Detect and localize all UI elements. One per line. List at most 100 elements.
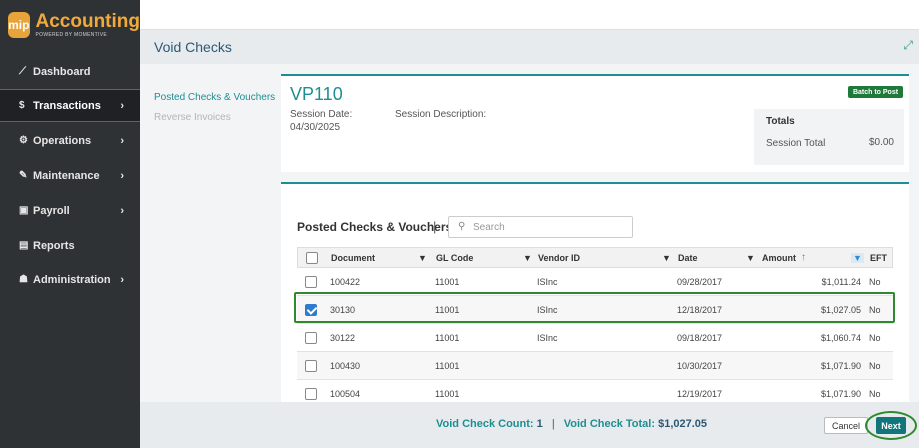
cell-gl-code: 11001 [435, 276, 460, 287]
page-header: Void Checks ⤢ [140, 30, 919, 64]
top-strip [140, 0, 922, 30]
chevron-right-icon: › [120, 99, 124, 112]
sidebar-item-operations[interactable]: ⚙ Operations › [0, 124, 140, 157]
cell-amount: $1,027.05 [820, 304, 861, 315]
subnav-posted-checks[interactable]: Posted Checks & Vouchers [154, 88, 275, 108]
chevron-right-icon: › [120, 134, 124, 147]
app-logo[interactable]: mip Accounting POWERED BY MOMENTIVE [0, 0, 140, 50]
cell-amount: $1,071.90 [820, 360, 861, 371]
session-description-label: Session Description: [395, 109, 487, 120]
chevron-right-icon: › [120, 273, 124, 286]
row-checkbox[interactable] [305, 276, 317, 288]
cell-document: 30130 [330, 304, 356, 315]
column-header-amount[interactable]: Amount [762, 253, 796, 263]
users-icon: ☗ [19, 274, 28, 285]
sidebar-item-payroll[interactable]: ▣ Payroll › [0, 194, 140, 227]
sidebar-item-dashboard[interactable]: ⟋ Dashboard [0, 55, 140, 88]
session-total-label: Session Total [766, 138, 826, 149]
grid-title-separator: | [433, 219, 437, 234]
sidebar-item-label: Reports [33, 239, 75, 252]
row-checkbox[interactable] [305, 332, 317, 344]
cancel-button[interactable]: Cancel [824, 417, 868, 434]
mip-logo-mark: mip [8, 12, 30, 38]
table-row[interactable]: 100504 11001 12/19/2017 $1,071.90 No [297, 380, 893, 402]
column-header-eft[interactable]: EFT [870, 248, 887, 267]
search-input[interactable] [473, 219, 628, 235]
filter-amount-icon[interactable]: ▼ [851, 253, 864, 263]
row-checkbox[interactable] [305, 360, 317, 372]
cell-date: 10/30/2017 [677, 360, 723, 371]
sidebar-item-maintenance[interactable]: ✎ Maintenance › [0, 159, 140, 192]
cell-gl-code: 11001 [435, 360, 460, 371]
gears-icon: ⚙ [19, 135, 28, 146]
cell-gl-code: 11001 [435, 332, 460, 343]
cell-gl-code: 11001 [435, 388, 460, 399]
row-checkbox[interactable] [305, 304, 317, 316]
session-id: VP110 [290, 84, 343, 104]
filter-document-icon[interactable]: ▼ [418, 253, 427, 263]
void-check-count-value: 1 [536, 418, 543, 430]
column-header-document[interactable]: Document [331, 248, 375, 267]
sidebar-item-transactions[interactable]: $ Transactions › [0, 89, 140, 122]
money-icon: ▣ [19, 205, 29, 216]
sort-ascending-icon[interactable]: ↑ [801, 252, 806, 263]
cell-document: 100504 [330, 388, 361, 399]
next-button[interactable]: Next [876, 417, 906, 434]
row-checkbox[interactable] [305, 388, 317, 400]
sidebar-item-label: Operations [33, 134, 92, 147]
sidebar: mip Accounting POWERED BY MOMENTIVE ⟋ Das… [0, 0, 140, 448]
table-row[interactable]: 100422 11001 ISInc 09/28/2017 $1,011.24 No [297, 268, 893, 296]
footer-bar: Void Check Count: 1 | Void Check Total: … [140, 402, 919, 448]
filter-gl-code-icon[interactable]: ▼ [523, 253, 532, 263]
cell-document: 100430 [330, 360, 361, 371]
chart-line-icon: ⟋ [19, 66, 26, 77]
session-date-label: Session Date: [290, 109, 353, 120]
sidebar-item-label: Administration [33, 273, 111, 286]
cell-document: 100422 [330, 276, 361, 287]
batch-to-post-button[interactable]: Batch to Post [848, 86, 903, 98]
app-title: Accounting [35, 10, 141, 32]
cell-eft: No [869, 388, 881, 399]
cell-date: 12/19/2017 [677, 388, 723, 399]
sidebar-item-label: Payroll [33, 204, 70, 217]
search-icon: ⚲ [458, 221, 466, 232]
cell-date: 09/28/2017 [677, 276, 723, 287]
sidebar-item-reports[interactable]: ▤ Reports [0, 229, 140, 262]
cell-document: 30122 [330, 332, 356, 343]
table-row[interactable]: 30130 11001 ISInc 12/18/2017 $1,027.05 No [297, 296, 893, 324]
cell-eft: No [869, 304, 881, 315]
file-icon: ▤ [19, 240, 29, 251]
void-check-count-label: Void Check Count: [436, 418, 534, 430]
chevron-right-icon: › [120, 169, 124, 182]
session-card: VP110 Session Date: 04/30/2025 Session D… [281, 74, 909, 172]
footer-separator: | [551, 418, 555, 430]
filter-date-icon[interactable]: ▼ [746, 253, 755, 263]
app-subtitle: POWERED BY MOMENTIVE [35, 31, 107, 38]
sidebar-item-administration[interactable]: ☗ Administration › [0, 263, 140, 296]
sidebar-item-label: Maintenance [33, 169, 100, 182]
column-header-gl-code[interactable]: GL Code [436, 248, 473, 267]
cell-eft: No [869, 332, 881, 343]
void-check-total-value: $1,027.05 [658, 418, 708, 430]
filter-vendor-id-icon[interactable]: ▼ [662, 253, 671, 263]
totals-title: Totals [766, 116, 795, 127]
void-check-total-label: Void Check Total: [563, 418, 656, 430]
expand-icon[interactable]: ⤢ [903, 38, 913, 53]
cell-date: 09/18/2017 [677, 332, 723, 343]
cell-date: 12/18/2017 [677, 304, 723, 315]
sub-nav: Posted Checks & Vouchers Reverse Invoice… [154, 88, 275, 128]
column-header-date[interactable]: Date [678, 248, 698, 267]
dollar-icon: $ [19, 100, 25, 111]
chevron-right-icon: › [120, 204, 124, 217]
table-row[interactable]: 100430 11001 10/30/2017 $1,071.90 No [297, 352, 893, 380]
cell-vendor-id: ISInc [537, 276, 558, 287]
search-box: ⚲ [448, 216, 633, 238]
cell-vendor-id: ISInc [537, 332, 558, 343]
table-row[interactable]: 30122 11001 ISInc 09/18/2017 $1,060.74 No [297, 324, 893, 352]
grid-header: Document ▼ GL Code ▼ Vendor ID ▼ Date ▼ … [297, 247, 893, 268]
select-all-checkbox[interactable] [306, 252, 318, 264]
cell-vendor-id: ISInc [537, 304, 558, 315]
checks-grid: Document ▼ GL Code ▼ Vendor ID ▼ Date ▼ … [297, 247, 893, 402]
column-header-vendor-id[interactable]: Vendor ID [538, 248, 580, 267]
main-content: Posted Checks & Vouchers Reverse Invoice… [140, 64, 919, 402]
